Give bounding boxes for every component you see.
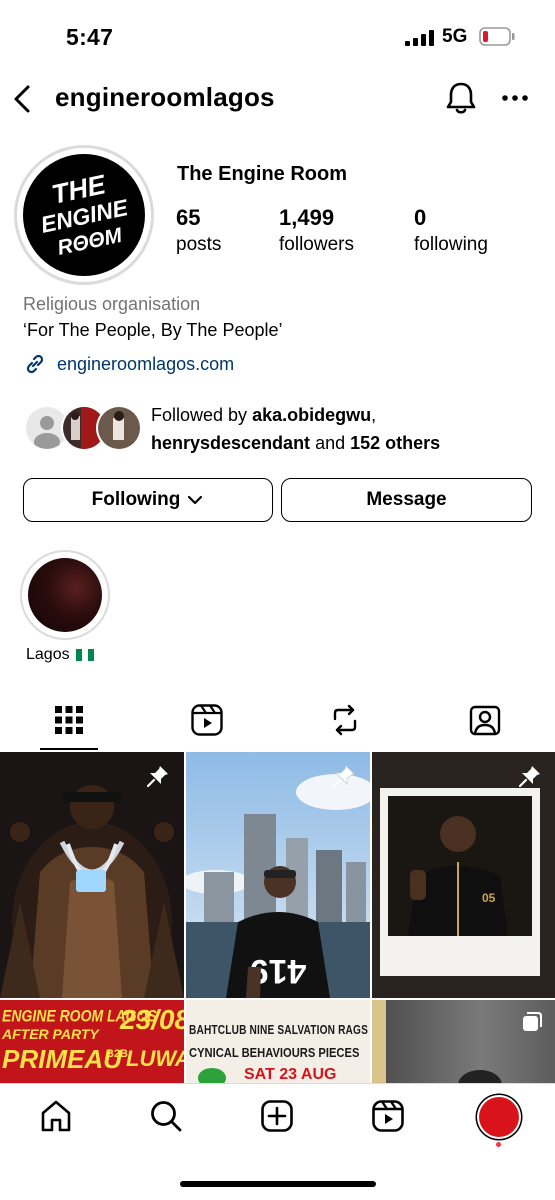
poster-artist: LUWA.MP4 (126, 1046, 184, 1071)
highlight-cover (28, 558, 102, 632)
link-icon (26, 354, 44, 374)
poster-line: CYNICAL BEHAVIOURS PIECES (189, 1045, 360, 1060)
reels-tab-icon[interactable] (189, 702, 225, 738)
tagged-tab-icon[interactable] (467, 702, 503, 738)
profile-avatar[interactable]: THE ENGINE RΘΘM (14, 145, 154, 285)
following-button-label: Following (91, 489, 181, 510)
highlight-label: Lagos (26, 646, 94, 664)
message-button[interactable]: Message (281, 478, 532, 522)
notification-bell-icon[interactable] (444, 80, 478, 116)
svg-text:05: 05 (482, 891, 496, 905)
followers-count[interactable]: 1,499 followers (279, 205, 354, 257)
post-thumbnail-4[interactable]: ENGINE ROOM LAGOS 23/08 AFTER PARTY PRIM… (0, 1000, 184, 1084)
poster-artist: PRIMEAU (2, 1044, 122, 1074)
pinned-icon (332, 765, 355, 788)
carousel-icon (523, 1012, 542, 1031)
following-count[interactable]: 0 following (414, 205, 488, 257)
create-post-icon[interactable] (259, 1098, 295, 1134)
profile-bio: ‘For The People, By The People’ (23, 320, 283, 340)
person-head (458, 1070, 502, 1084)
profile-username: engineroomlagos (55, 82, 275, 112)
nigeria-flag-icon (75, 649, 94, 661)
followers-count-label: followers (279, 234, 354, 255)
posts-count[interactable]: 65 posts (176, 205, 221, 257)
search-icon[interactable] (148, 1098, 184, 1134)
home-icon[interactable] (38, 1098, 74, 1134)
followed-by-text[interactable]: Followed by aka.obidegwu, henrysdescendan… (151, 401, 531, 457)
profile-display-name: The Engine Room (177, 163, 347, 185)
following-button[interactable]: Following (23, 478, 273, 522)
post-thumbnail-6[interactable] (372, 1000, 555, 1084)
engine-room-logo: THE ENGINE RΘΘM (23, 154, 145, 276)
reels-icon[interactable] (370, 1098, 406, 1134)
followers-count-value: 1,499 (279, 205, 335, 230)
following-count-value: 0 (414, 205, 427, 230)
profile-website-link[interactable]: engineroomlagos.com (23, 351, 234, 377)
poster-date: 23/08 (120, 1004, 184, 1035)
network-type: 5G (442, 26, 468, 47)
back-arrow-icon[interactable] (10, 82, 36, 116)
story-highlight-lagos[interactable] (20, 550, 110, 640)
active-tab-indicator (40, 748, 98, 750)
poster-line: AFTER PARTY (2, 1026, 99, 1042)
mutual-followers-avatars[interactable] (23, 404, 141, 452)
post-thumbnail-3[interactable]: 05 (372, 752, 555, 998)
post-thumbnail-1[interactable] (0, 752, 184, 998)
posts-count-label: posts (176, 234, 222, 255)
status-time: 5:47 (66, 24, 114, 50)
grid-tab-icon[interactable] (51, 702, 87, 738)
pinned-icon (146, 766, 168, 788)
posts-count-value: 65 (176, 205, 201, 230)
more-options-icon[interactable] (500, 94, 530, 102)
mutual-followers-others[interactable]: 152 others (350, 433, 440, 453)
profile-avatar-tab[interactable] (479, 1097, 519, 1137)
poster-b2b: B2B (106, 1048, 129, 1060)
signal-icon (405, 30, 434, 46)
poster-line: BAHTCLUB NINE SALVATION RAGS (189, 1022, 368, 1037)
profile-category: Religious organisation (23, 294, 201, 314)
poster-date: SAT 23 AUG (244, 1066, 337, 1083)
battery-icon (479, 27, 515, 46)
pinned-icon (518, 766, 540, 788)
chevron-down-icon (188, 495, 203, 505)
notification-dot (496, 1142, 501, 1147)
mutual-follower-1[interactable]: aka.obidegwu (252, 405, 371, 425)
link-text: engineroomlagos.com (57, 353, 235, 374)
poster-sticker (198, 1068, 226, 1084)
reposts-tab-icon[interactable] (327, 702, 363, 738)
message-button-label: Message (366, 489, 447, 510)
photo-edge (372, 1000, 386, 1084)
post-thumbnail-5[interactable]: BAHTCLUB NINE SALVATION RAGS CYNICAL BEH… (186, 1000, 370, 1084)
following-count-label: following (414, 234, 488, 255)
post-thumbnail-2[interactable]: 419 (186, 752, 370, 998)
home-indicator (180, 1181, 376, 1187)
mutual-follower-2[interactable]: henrysdescendant (151, 433, 310, 453)
